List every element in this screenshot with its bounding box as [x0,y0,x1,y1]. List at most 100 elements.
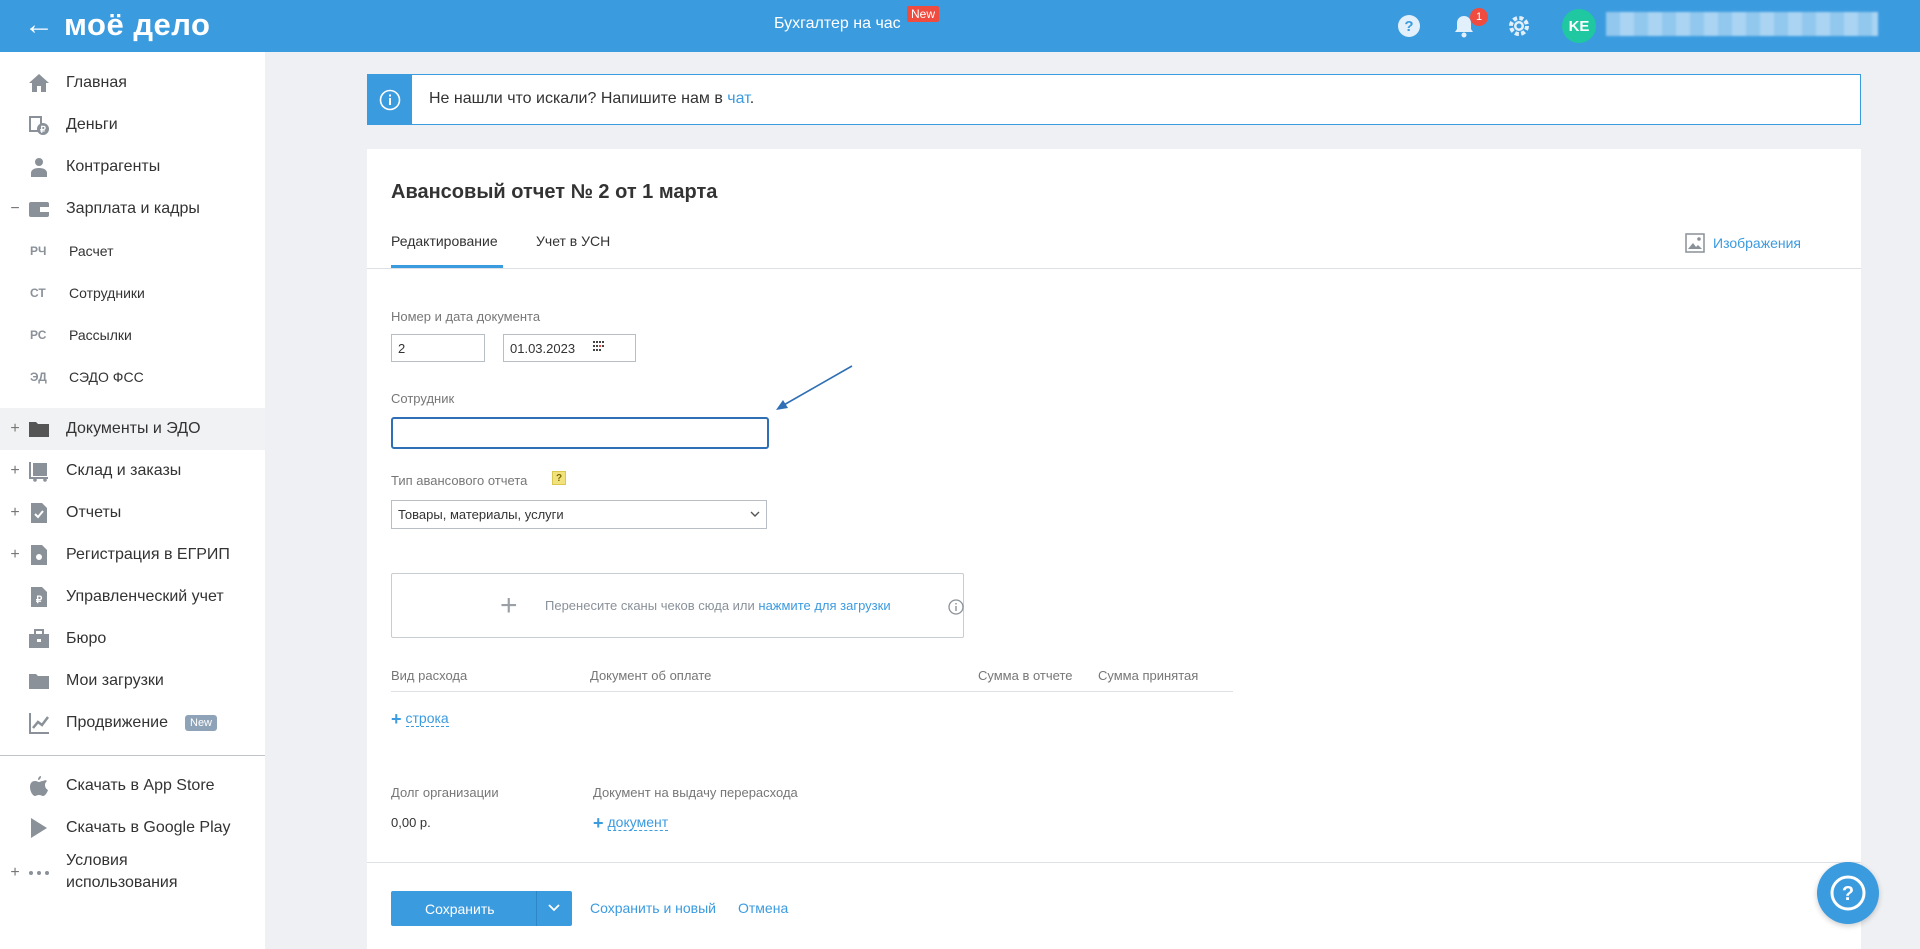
gear-icon[interactable] [1505,12,1533,40]
add-row-link[interactable]: + строка [391,708,449,729]
accountant-hour-link[interactable]: Бухгалтер на час [774,15,901,33]
expand-toggle[interactable]: + [9,420,21,438]
advance-report-form: Авансовый отчет № 2 от 1 марта Редактиро… [367,149,1861,949]
receipt-dropzone[interactable]: + Перенесите сканы чеков сюда или нажмит… [391,573,964,638]
user-name-blurred[interactable] [1606,12,1878,36]
wallet-icon [28,198,50,220]
document-date-input[interactable] [503,334,636,362]
overspend-doc-label: Документ на выдачу перерасхода [593,785,798,800]
employee-label: Сотрудник [391,391,455,406]
dropzone-text: Перенесите сканы чеков сюда или нажмите … [545,598,891,613]
sidebar-item-warehouse[interactable]: + Склад и заказы [0,451,265,491]
sidebar-item-app-store[interactable]: Скачать в App Store [0,766,265,806]
images-link[interactable]: Изображения [1685,233,1801,253]
expand-toggle[interactable]: + [9,546,21,564]
table-header-divider [391,691,1233,692]
save-button[interactable]: Сохранить [391,891,572,926]
home-icon [28,72,50,94]
report-icon [28,502,50,524]
briefcase-icon [28,628,50,650]
document-number-input[interactable] [391,334,485,362]
chart-icon [28,712,50,734]
sidebar-item-promotion[interactable]: Продвижение New [0,703,265,743]
add-document-link[interactable]: + документ [593,812,669,833]
chevron-down-icon [750,511,760,517]
sidebar-subitem-sedo[interactable]: ЭД СЭДО ФСС [0,357,265,397]
plus-icon: + [500,589,518,622]
svg-text:₽: ₽ [36,595,43,606]
sidebar-divider [0,755,265,756]
org-debt-value: 0,00 р. [391,815,431,830]
svg-text:?: ? [1842,883,1854,905]
downloads-folder-icon [28,670,50,692]
image-icon [1685,233,1705,253]
sidebar-item-bureau[interactable]: Бюро [0,619,265,659]
plus-icon: + [391,708,402,729]
sidebar-subitem-employees[interactable]: СТ Сотрудники [0,273,265,313]
question-icon: ? [1830,875,1866,911]
warehouse-icon [28,460,50,482]
logo[interactable]: моё дело [64,6,210,44]
sidebar-subitem-mailings[interactable]: РС Рассылки [0,315,265,355]
sidebar-item-my-downloads[interactable]: Мои загрузки [0,661,265,701]
svg-text:?: ? [1404,18,1413,35]
folder-icon [28,418,50,440]
upload-link[interactable]: нажмите для загрузки [758,598,890,613]
new-badge: New [185,715,218,731]
sidebar-item-egrip[interactable]: + Регистрация в ЕГРИП [0,535,265,575]
chat-link[interactable]: чат [727,90,749,107]
help-chat-button[interactable]: ? [1817,862,1879,924]
sidebar-subitem-calc[interactable]: РЧ Расчет [0,231,265,271]
back-arrow-icon[interactable]: ← [24,10,54,40]
sidebar-item-contractors[interactable]: Контрагенты [0,147,265,187]
sidebar-item-documents[interactable]: + Документы и ЭДО [0,408,265,450]
new-badge: New [907,6,940,22]
expand-toggle[interactable]: + [9,864,21,882]
number-date-label: Номер и дата документа [391,309,541,324]
table-header-payment-doc: Документ об оплате [590,668,712,683]
tab-usn-accounting[interactable]: Учет в УСН [536,233,610,249]
page-title: Авансовый отчет № 2 от 1 марта [391,181,718,203]
help-tooltip-icon[interactable]: ? [552,471,566,485]
help-circle-icon[interactable]: ? [1395,12,1423,40]
dots-icon [28,862,50,884]
annotation-arrow-icon [776,365,853,410]
top-header: ← моё дело Бухгалтер на час New ? 1 KE [0,0,1920,52]
sidebar-item-management[interactable]: ₽ Управленческий учет [0,577,265,617]
table-header-expense-type: Вид расхода [391,668,468,683]
calendar-icon[interactable] [593,341,605,351]
tab-editing[interactable]: Редактирование [391,233,498,249]
management-icon: ₽ [28,586,50,608]
google-play-icon [28,817,50,839]
advance-type-select[interactable]: Товары, материалы, услуги [391,500,767,529]
advance-type-label: Тип авансового отчета [391,473,528,488]
registration-icon [28,544,50,566]
org-debt-label: Долг организации [391,785,499,800]
avatar[interactable]: KE [1562,9,1596,43]
contractors-icon [28,156,50,178]
plus-icon: + [593,812,604,833]
footer-divider [367,862,1861,863]
tabs-divider [367,268,1861,269]
collapse-toggle[interactable]: − [9,200,21,218]
cancel-button[interactable]: Отмена [738,900,788,916]
sidebar-item-salary[interactable]: − Зарплата и кадры [0,189,265,229]
save-and-new-button[interactable]: Сохранить и новый [590,900,716,916]
expand-toggle[interactable]: + [9,504,21,522]
sidebar-item-google-play[interactable]: Скачать в Google Play [0,808,265,848]
chevron-down-icon[interactable] [547,903,561,913]
sidebar-item-terms[interactable]: + Условия использования [0,850,265,896]
button-separator [536,891,537,926]
table-header-accepted-sum: Сумма принятая [1098,668,1199,683]
sidebar: Главная ₽ Деньги Контрагенты − Зарплата … [0,52,265,949]
sidebar-item-home[interactable]: Главная [0,63,265,103]
info-circle-icon[interactable] [948,599,964,615]
employee-input[interactable] [391,417,769,449]
sidebar-item-reports[interactable]: + Отчеты [0,493,265,533]
info-icon [368,75,412,124]
expand-toggle[interactable]: + [9,462,21,480]
table-header-report-sum: Сумма в отчете [978,668,1073,683]
sidebar-item-money[interactable]: ₽ Деньги [0,105,265,145]
money-icon: ₽ [28,114,50,136]
apple-icon [28,775,50,797]
